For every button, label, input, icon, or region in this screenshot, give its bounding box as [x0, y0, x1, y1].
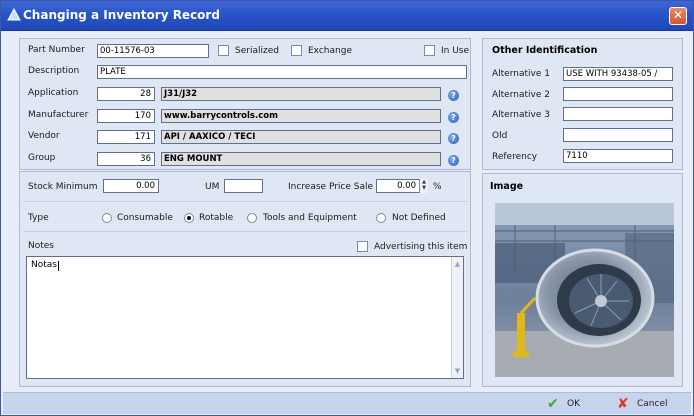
- alternative-2-field[interactable]: [563, 87, 673, 101]
- cross-icon: ✘: [617, 396, 629, 412]
- referency-label: Referency: [492, 152, 538, 162]
- cancel-button[interactable]: ✘ Cancel: [617, 396, 685, 412]
- increase-price-label: Increase Price Sale: [288, 182, 374, 192]
- alternative-1-field[interactable]: USE WITH 93438-05 /: [563, 67, 673, 81]
- radio-rotable[interactable]: [184, 213, 194, 223]
- help-icon[interactable]: ?: [448, 112, 459, 123]
- type-label: Type: [28, 213, 49, 223]
- notes-text: Notas: [31, 260, 57, 270]
- other-identification-title: Other Identification: [492, 45, 598, 56]
- divider: [23, 201, 467, 202]
- radio-tools-equipment-label: Tools and Equipment: [263, 213, 357, 223]
- group-label: Group: [28, 153, 56, 163]
- alternative-3-field[interactable]: [563, 107, 673, 121]
- vendor-label: Vendor: [28, 131, 60, 141]
- manufacturer-label: Manufacturer: [28, 110, 89, 120]
- radio-consumable-label: Consumable: [117, 213, 173, 223]
- group-name-field: ENG MOUNT: [161, 152, 441, 166]
- scroll-down-icon[interactable]: ▼: [452, 365, 463, 377]
- manufacturer-name-field: www.barrycontrols.com: [161, 109, 441, 123]
- scroll-up-icon[interactable]: ▲: [452, 258, 463, 270]
- help-icon[interactable]: ?: [448, 155, 459, 166]
- serialized-label: Serialized: [235, 46, 279, 56]
- advertising-label: Advertising this item: [374, 242, 468, 252]
- in-use-label: In Use: [441, 46, 470, 56]
- window-title: Changing a Inventory Record: [23, 8, 220, 22]
- part-number-label: Part Number: [28, 45, 85, 55]
- alternative-2-label: Alternative 2: [492, 90, 550, 100]
- image-title: Image: [490, 181, 524, 192]
- serialized-checkbox[interactable]: [218, 45, 229, 56]
- help-icon[interactable]: ?: [448, 133, 459, 144]
- radio-tools-equipment[interactable]: [247, 213, 257, 223]
- um-label: UM: [205, 182, 220, 192]
- cancel-label: Cancel: [637, 399, 668, 409]
- increase-price-stepper[interactable]: ▲ ▼: [419, 179, 428, 193]
- application-code-field[interactable]: 28: [97, 87, 155, 101]
- stock-minimum-label: Stock Minimum: [28, 182, 98, 192]
- title-bar[interactable]: Changing a Inventory Record ✕: [1, 1, 693, 31]
- text-caret: [58, 261, 59, 271]
- advertising-checkbox[interactable]: [357, 241, 368, 252]
- manufacturer-code-field[interactable]: 170: [97, 109, 155, 123]
- notes-textarea[interactable]: Notas ▲ ▼: [26, 256, 464, 379]
- radio-not-defined-label: Not Defined: [392, 213, 446, 223]
- part-number-field[interactable]: 00-11576-03: [97, 44, 209, 58]
- radio-rotable-label: Rotable: [199, 213, 234, 223]
- dialog-window: Changing a Inventory Record ✕ Part Numbe…: [0, 0, 694, 416]
- group-code-field[interactable]: 36: [97, 152, 155, 166]
- old-label: Old: [492, 131, 508, 141]
- old-field[interactable]: [563, 128, 673, 142]
- alternative-3-label: Alternative 3: [492, 110, 550, 120]
- check-icon: ✔: [547, 396, 559, 412]
- close-button[interactable]: ✕: [669, 7, 687, 25]
- ok-button[interactable]: ✔ OK: [547, 396, 593, 412]
- chevron-down-icon[interactable]: ▼: [420, 185, 428, 191]
- exchange-label: Exchange: [308, 46, 352, 56]
- item-photo[interactable]: [495, 203, 674, 377]
- divider: [23, 231, 467, 232]
- exchange-checkbox[interactable]: [291, 45, 302, 56]
- um-field[interactable]: [224, 179, 263, 193]
- app-icon: [7, 8, 21, 21]
- radio-consumable[interactable]: [102, 213, 112, 223]
- ok-label: OK: [567, 399, 580, 409]
- record-panel: [19, 38, 471, 170]
- notes-scrollbar[interactable]: ▲ ▼: [451, 257, 463, 378]
- notes-label: Notes: [28, 241, 54, 251]
- percent-label: %: [433, 182, 442, 192]
- help-icon[interactable]: ?: [448, 90, 459, 101]
- footer-bar: ✔ OK ✘ Cancel: [3, 392, 691, 414]
- application-label: Application: [28, 88, 79, 98]
- in-use-checkbox[interactable]: [424, 45, 435, 56]
- alternative-1-label: Alternative 1: [492, 69, 550, 79]
- stock-minimum-field[interactable]: 0.00: [103, 179, 159, 193]
- referency-field[interactable]: 7110: [563, 149, 673, 163]
- radio-not-defined[interactable]: [376, 213, 386, 223]
- vendor-code-field[interactable]: 171: [97, 130, 155, 144]
- application-name-field: J31/J32: [161, 87, 441, 101]
- description-label: Description: [28, 66, 80, 76]
- description-field[interactable]: PLATE: [97, 65, 467, 79]
- vendor-name-field: API / AAXICO / TECI: [161, 130, 441, 144]
